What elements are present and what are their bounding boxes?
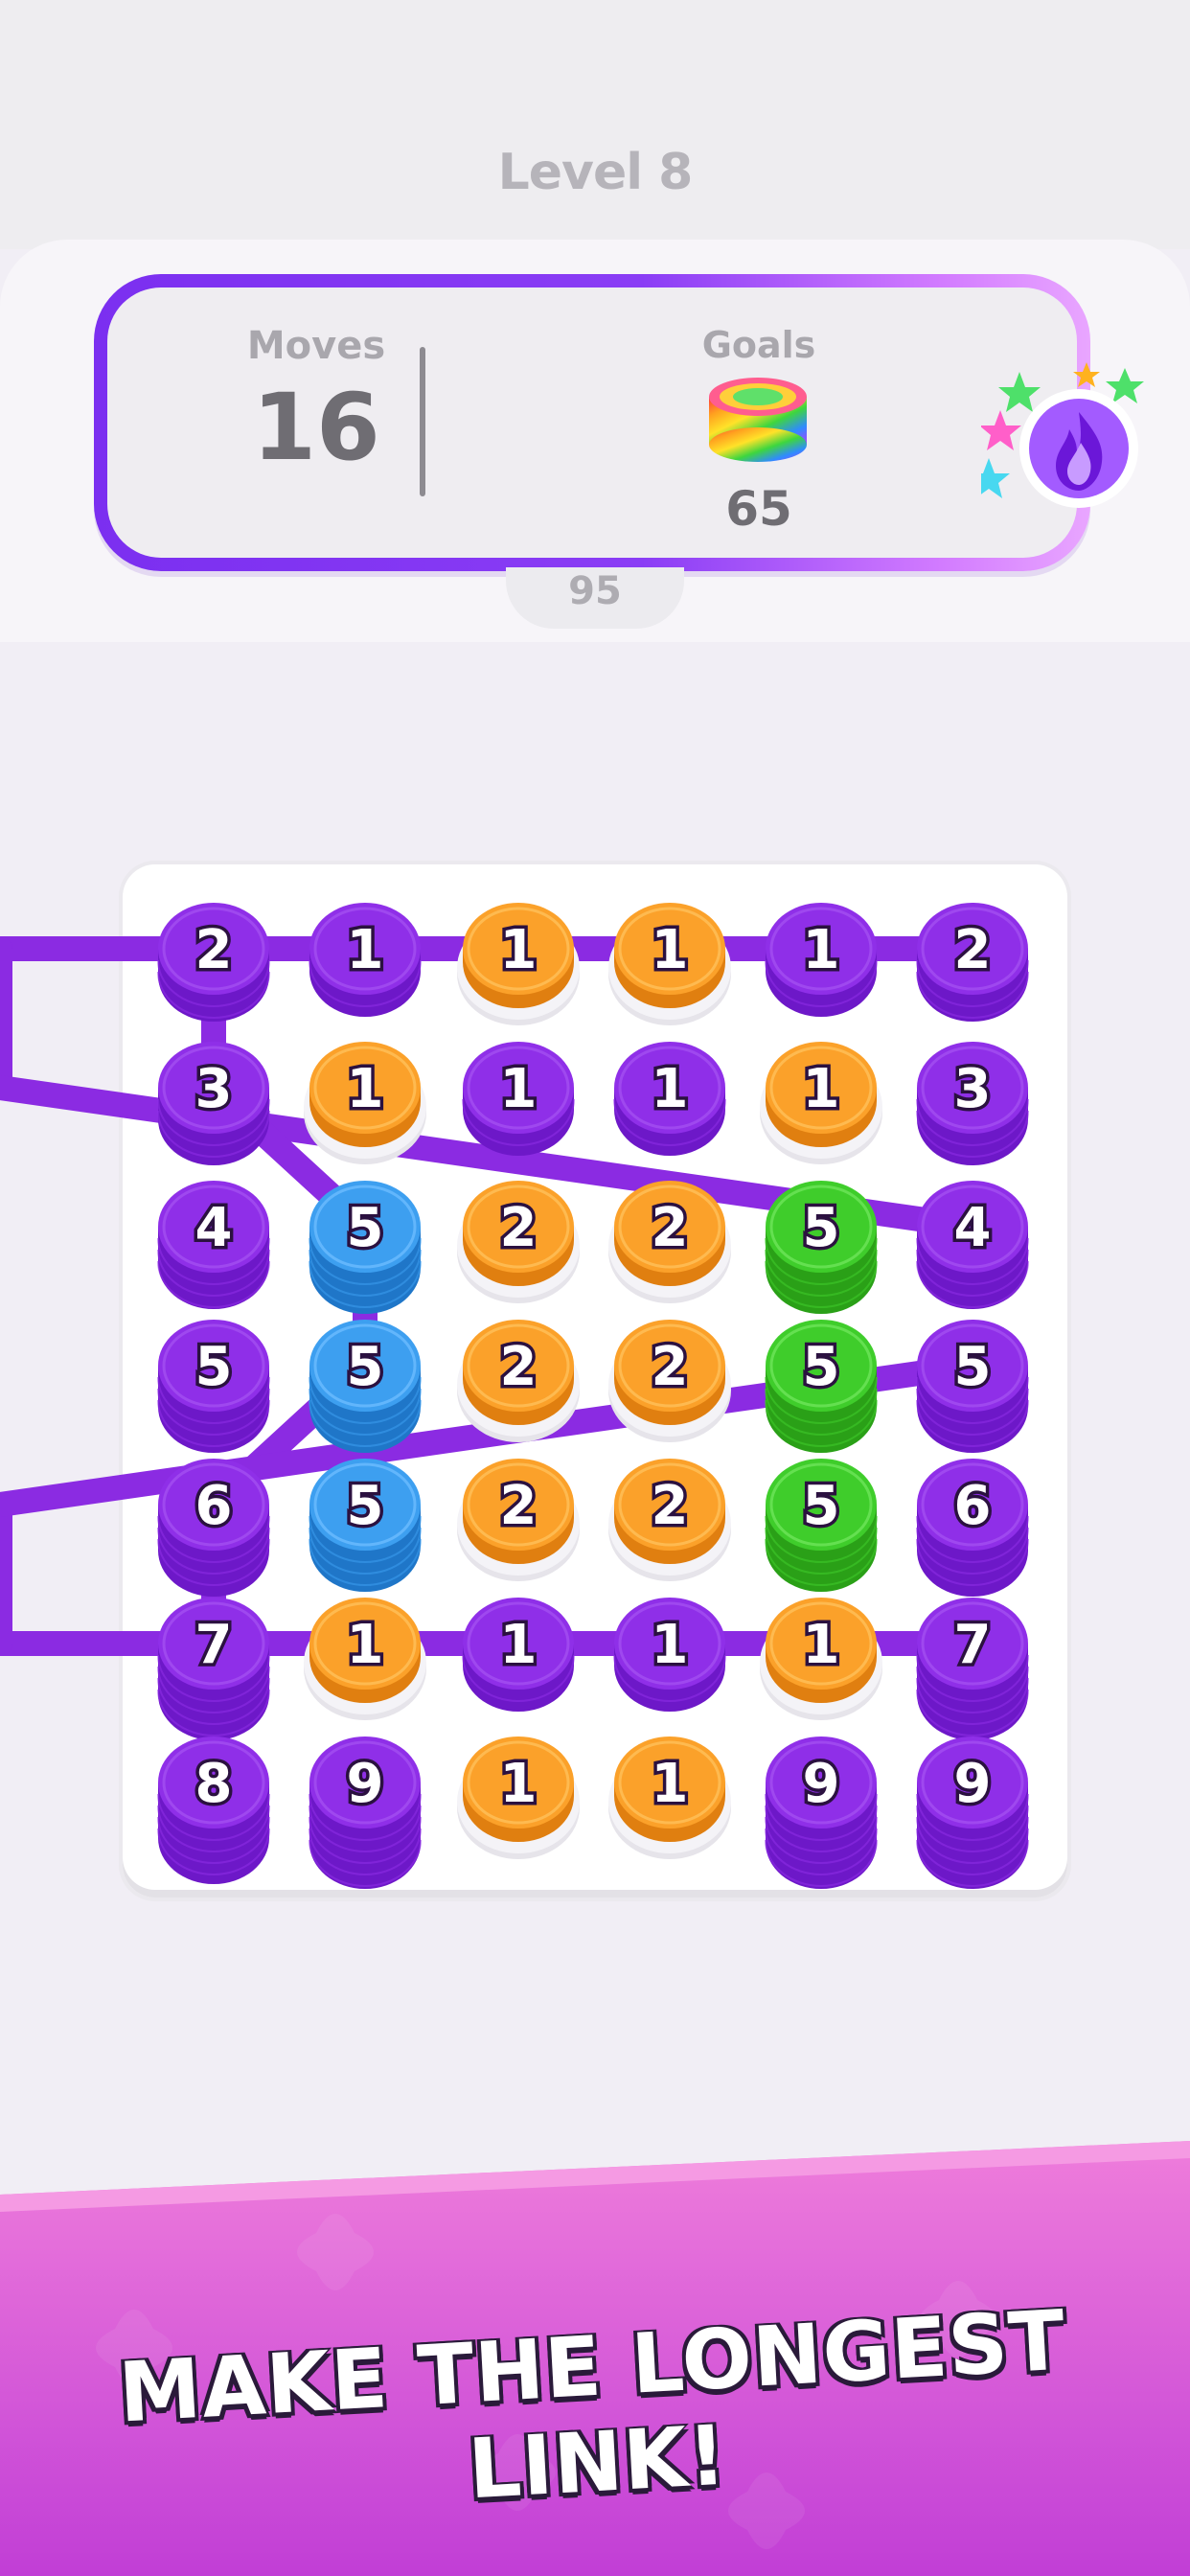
chip-purple[interactable]: 1 xyxy=(462,1598,575,1712)
chip-number: 1 xyxy=(803,919,840,981)
hud-panel: Moves 16 Goals 65 xyxy=(94,274,1090,571)
chip-number: 7 xyxy=(195,1614,233,1676)
banner-tagline: MAKE THE LONGEST LINK! xyxy=(116,2292,1068,2518)
chip-purple[interactable]: 6 xyxy=(916,1459,1029,1597)
chip-number: 3 xyxy=(195,1058,233,1120)
chip-number: 2 xyxy=(500,1475,538,1537)
moves-counter: 16 xyxy=(252,374,380,481)
chip-orange[interactable]: 1 xyxy=(304,1042,426,1164)
chip-number: 4 xyxy=(954,1197,992,1259)
chip-number: 5 xyxy=(347,1475,384,1537)
chip-blue[interactable]: 5 xyxy=(309,1459,422,1592)
purple-flame-icon[interactable] xyxy=(981,353,1163,535)
chip-number: 2 xyxy=(954,919,992,981)
chip-orange[interactable]: 2 xyxy=(608,1459,731,1581)
chip-number: 2 xyxy=(500,1197,538,1259)
chip-number: 5 xyxy=(803,1336,840,1398)
chip-purple[interactable]: 1 xyxy=(462,1042,575,1156)
chip-number: 7 xyxy=(954,1614,992,1676)
rainbow-chip-stack-icon xyxy=(709,378,807,462)
chip-number: 1 xyxy=(347,1614,384,1676)
chip-number: 5 xyxy=(195,1336,233,1398)
chip-number: 1 xyxy=(347,1058,384,1120)
chip-orange[interactable]: 2 xyxy=(457,1320,580,1442)
chip-orange[interactable]: 2 xyxy=(457,1181,580,1303)
chip-purple[interactable]: 2 xyxy=(157,903,270,1022)
chip-orange[interactable]: 2 xyxy=(457,1459,580,1581)
chip-purple[interactable]: 8 xyxy=(157,1736,270,1884)
chip-number: 1 xyxy=(500,1058,538,1120)
chip-number: 1 xyxy=(652,1753,689,1815)
goals-counter: 65 xyxy=(725,481,792,537)
chip-purple[interactable]: 3 xyxy=(916,1042,1029,1165)
chip-number: 3 xyxy=(954,1058,992,1120)
chip-purple[interactable]: 5 xyxy=(916,1320,1029,1453)
chip-purple[interactable]: 1 xyxy=(309,903,422,1017)
chip-purple[interactable]: 5 xyxy=(157,1320,270,1453)
chip-number: 5 xyxy=(347,1197,384,1259)
chip-purple[interactable]: 9 xyxy=(765,1736,878,1889)
chip-blue[interactable]: 5 xyxy=(309,1320,422,1453)
chip-orange[interactable]: 1 xyxy=(304,1598,426,1720)
chip-purple[interactable]: 9 xyxy=(916,1736,1029,1889)
goals-label: Goals xyxy=(701,324,816,366)
chip-number: 2 xyxy=(500,1336,538,1398)
chip-purple[interactable]: 9 xyxy=(309,1736,422,1889)
chip-orange[interactable]: 1 xyxy=(608,903,731,1025)
chip-number: 9 xyxy=(954,1753,992,1815)
chip-green[interactable]: 5 xyxy=(765,1181,878,1314)
chip-number: 1 xyxy=(652,1058,689,1120)
chip-number: 1 xyxy=(652,1614,689,1676)
chip-purple[interactable]: 4 xyxy=(916,1181,1029,1309)
chip-number: 5 xyxy=(347,1336,384,1398)
chip-orange[interactable]: 1 xyxy=(608,1736,731,1859)
chip-number: 2 xyxy=(652,1475,689,1537)
chip-purple[interactable]: 6 xyxy=(157,1459,270,1597)
score-value: 95 xyxy=(568,569,622,613)
chip-number: 1 xyxy=(803,1058,840,1120)
chip-green[interactable]: 5 xyxy=(765,1320,878,1453)
chip-green[interactable]: 5 xyxy=(765,1459,878,1592)
chip-blue[interactable]: 5 xyxy=(309,1181,422,1314)
chip-number: 1 xyxy=(347,919,384,981)
chip-number: 1 xyxy=(500,1753,538,1815)
chip-orange[interactable]: 1 xyxy=(457,903,580,1025)
chip-number: 8 xyxy=(195,1753,233,1815)
chip-orange[interactable]: 1 xyxy=(457,1736,580,1859)
chip-orange[interactable]: 2 xyxy=(608,1181,731,1303)
chip-number: 5 xyxy=(803,1197,840,1259)
level-title: Level 8 xyxy=(497,144,694,201)
chip-purple[interactable]: 1 xyxy=(613,1598,726,1712)
chip-number: 9 xyxy=(347,1753,384,1815)
chip-number: 9 xyxy=(803,1753,840,1815)
hud-divider xyxy=(420,347,425,496)
moves-label: Moves xyxy=(246,324,386,368)
chip-number: 2 xyxy=(652,1197,689,1259)
chip-number: 5 xyxy=(954,1336,992,1398)
chip-orange[interactable]: 1 xyxy=(760,1598,882,1720)
chip-number: 2 xyxy=(195,919,233,981)
chip-number: 1 xyxy=(652,919,689,981)
chip-purple[interactable]: 7 xyxy=(157,1598,270,1740)
chip-purple[interactable]: 4 xyxy=(157,1181,270,1309)
chip-purple[interactable]: 2 xyxy=(916,903,1029,1022)
chip-orange[interactable]: 1 xyxy=(760,1042,882,1164)
chip-number: 2 xyxy=(652,1336,689,1398)
chip-number: 5 xyxy=(803,1475,840,1537)
chip-number: 6 xyxy=(954,1475,992,1537)
chip-purple[interactable]: 7 xyxy=(916,1598,1029,1740)
chip-number: 1 xyxy=(500,1614,538,1676)
chip-number: 1 xyxy=(500,919,538,981)
chip-purple[interactable]: 3 xyxy=(157,1042,270,1165)
chip-number: 4 xyxy=(195,1197,233,1259)
chip-orange[interactable]: 2 xyxy=(608,1320,731,1442)
chip-purple[interactable]: 1 xyxy=(765,903,878,1017)
chip-number: 6 xyxy=(195,1475,233,1537)
chip-purple[interactable]: 1 xyxy=(613,1042,726,1156)
chip-number: 1 xyxy=(803,1614,840,1676)
top-background xyxy=(0,0,1190,249)
